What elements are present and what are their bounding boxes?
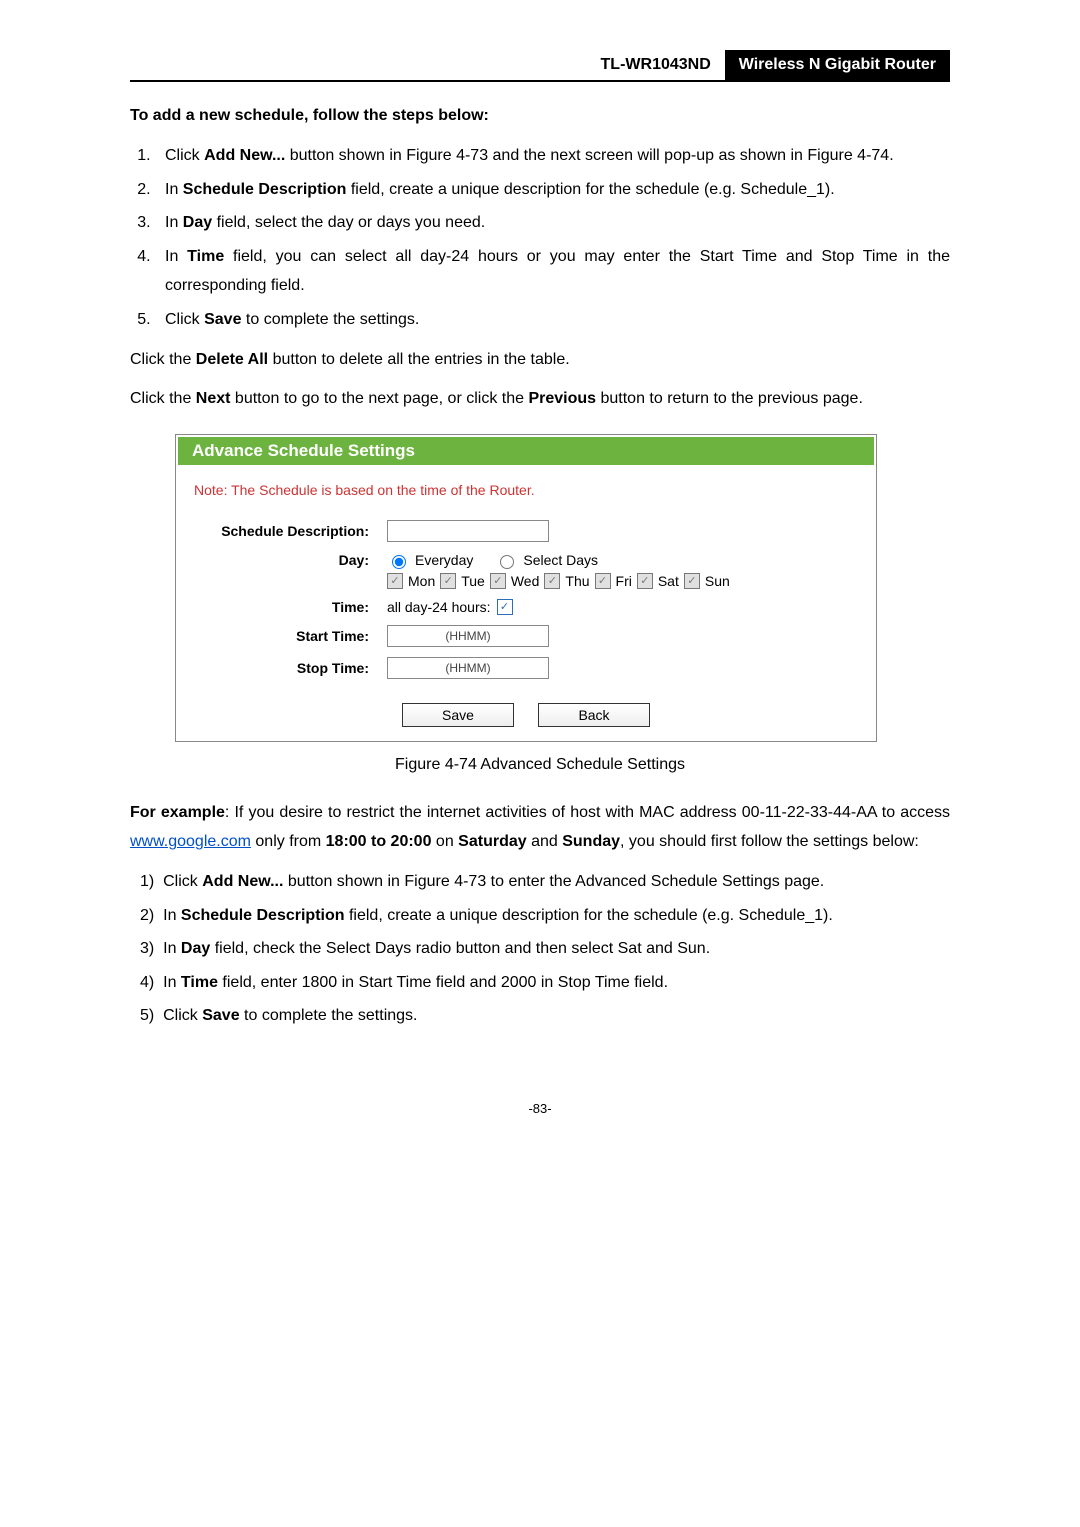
schedule-description-input[interactable] [387,520,549,542]
back-button[interactable]: Back [538,703,650,727]
google-link[interactable]: www.google.com [130,833,251,850]
checkbox-mon[interactable]: ✓ [387,573,403,589]
header-product: Wireless N Gigabit Router [725,50,950,80]
days-row: ✓Mon ✓Tue ✓Wed ✓Thu ✓Fri ✓Sat ✓Sun [194,573,858,589]
label-start-time: Start Time: [194,628,387,644]
step-item: Click Save to complete the settings. [155,305,950,335]
all-day-label: all day-24 hours: [387,599,491,615]
label-day: Day: [194,552,387,568]
page-header: TL-WR1043ND Wireless N Gigabit Router [130,50,950,82]
checkbox-thu[interactable]: ✓ [544,573,560,589]
step-item: 3) In Day field, check the Select Days r… [130,934,950,964]
checkbox-wed[interactable]: ✓ [490,573,506,589]
step-item: 1) Click Add New... button shown in Figu… [130,867,950,897]
radio-everyday[interactable] [392,555,406,569]
step-item: 2) In Schedule Description field, create… [130,901,950,931]
next-prev-text: Click the Next button to go to the next … [130,384,950,414]
example-steps: 1) Click Add New... button shown in Figu… [130,867,950,1031]
figure-title: Advance Schedule Settings [178,437,874,465]
delete-all-text: Click the Delete All button to delete al… [130,345,950,375]
start-time-input[interactable]: (HHMM) [387,625,549,647]
steps-list: Click Add New... button shown in Figure … [130,141,950,335]
step-item: In Time field, you can select all day-24… [155,242,950,301]
step-item: 4) In Time field, enter 1800 in Start Ti… [130,968,950,998]
checkbox-sat[interactable]: ✓ [637,573,653,589]
step-item: In Schedule Description field, create a … [155,175,950,205]
checkbox-fri[interactable]: ✓ [595,573,611,589]
header-model: TL-WR1043ND [587,50,725,80]
checkbox-sun[interactable]: ✓ [684,573,700,589]
stop-time-input[interactable]: (HHMM) [387,657,549,679]
example-text: For example: If you desire to restrict t… [130,798,950,857]
label-time: Time: [194,599,387,615]
page-number: -83- [130,1101,950,1116]
figure-panel: Advance Schedule Settings Note: The Sche… [175,434,877,742]
label-stop-time: Stop Time: [194,660,387,676]
section-heading: To add a new schedule, follow the steps … [130,107,950,125]
figure-note: Note: The Schedule is based on the time … [194,482,858,498]
label-description: Schedule Description: [194,523,387,539]
step-item: In Day field, select the day or days you… [155,208,950,238]
checkbox-all-day[interactable]: ✓ [497,599,513,615]
step-item: Click Add New... button shown in Figure … [155,141,950,171]
radio-everyday-label: Everyday [415,552,473,568]
step-item: 5) Click Save to complete the settings. [130,1001,950,1031]
checkbox-tue[interactable]: ✓ [440,573,456,589]
radio-select-days-label: Select Days [523,552,598,568]
radio-select-days[interactable] [500,555,514,569]
save-button[interactable]: Save [402,703,514,727]
figure-caption: Figure 4-74 Advanced Schedule Settings [130,756,950,774]
